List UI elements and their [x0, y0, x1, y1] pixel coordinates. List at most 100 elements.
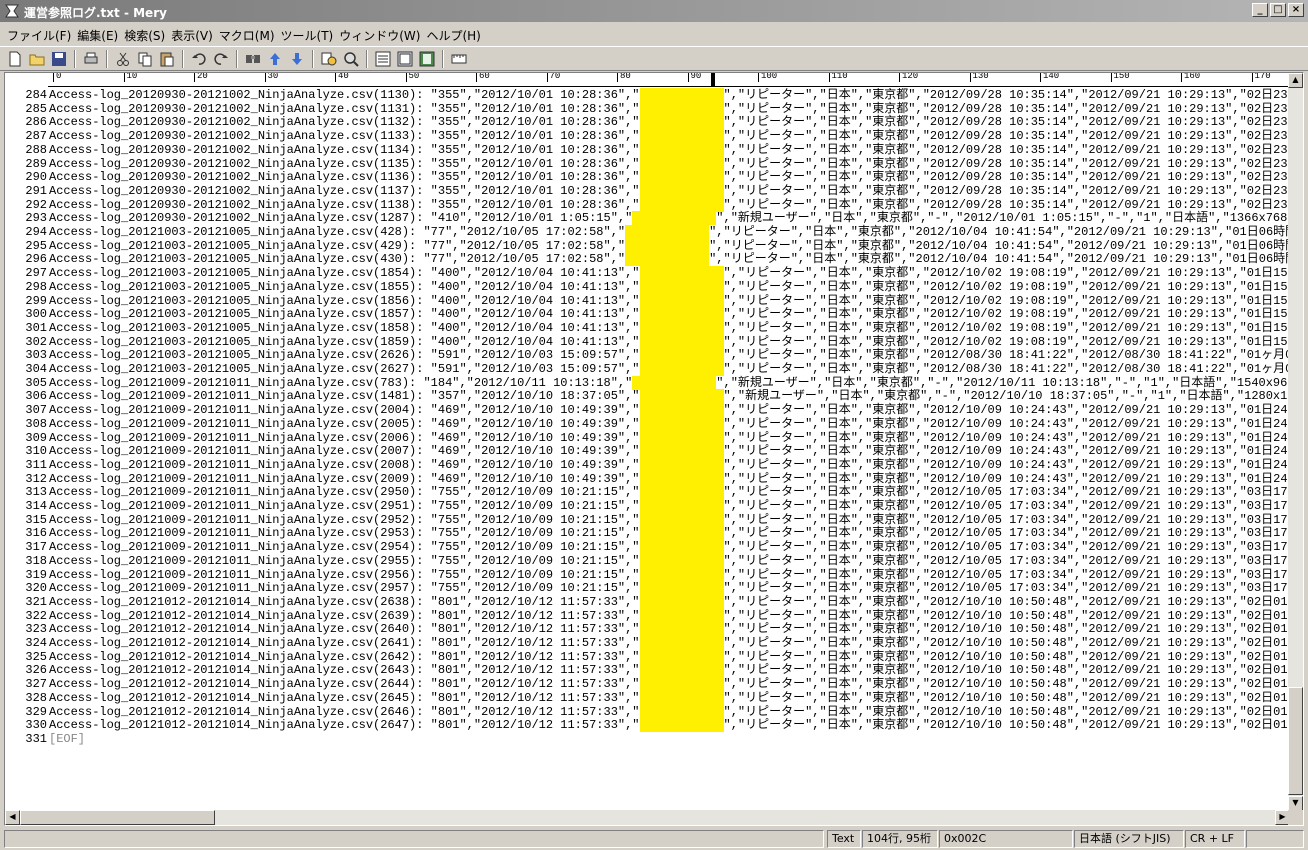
text-line[interactable]: Access-log_20121003-20121005_NinjaAnalyz… — [49, 307, 1290, 322]
text-line[interactable]: Access-log_20120930-20121002_NinjaAnalyz… — [49, 88, 1290, 102]
maximize-button[interactable]: □ — [1270, 3, 1286, 17]
text-line[interactable]: Access-log_20121012-20121014_NinjaAnalyz… — [49, 690, 1290, 705]
text-line[interactable]: Access-log_20121012-20121014_NinjaAnalyz… — [49, 677, 1290, 692]
menu-search[interactable]: 検索(S) — [121, 27, 168, 44]
text-line[interactable]: Access-log_20120930-20121002_NinjaAnalyz… — [49, 170, 1290, 185]
menu-view[interactable]: 表示(V) — [168, 27, 216, 44]
new-file-icon[interactable] — [6, 50, 24, 68]
ruler-toggle-icon[interactable] — [450, 50, 468, 68]
vertical-scrollbar[interactable]: ▲ ▼ — [1288, 73, 1303, 811]
text-line[interactable]: Access-log_20121009-20121011_NinjaAnalyz… — [49, 430, 1290, 445]
text-line[interactable]: Access-log_20121003-20121005_NinjaAnalyz… — [49, 225, 1290, 239]
text-line[interactable]: Access-log_20121003-20121005_NinjaAnalyz… — [49, 266, 1290, 281]
text-line[interactable]: Access-log_20121012-20121014_NinjaAnalyz… — [49, 636, 1290, 650]
text-line[interactable]: Access-log_20120930-20121002_NinjaAnalyz… — [49, 156, 1290, 171]
text-line[interactable]: Access-log_20121009-20121011_NinjaAnalyz… — [49, 471, 1290, 486]
horizontal-scroll-thumb[interactable] — [20, 810, 215, 825]
toolbar-separator — [442, 50, 444, 68]
text-line[interactable]: Access-log_20120930-20121002_NinjaAnalyz… — [49, 101, 1290, 116]
scroll-down-icon[interactable]: ▼ — [1288, 796, 1303, 811]
line-number: 310 — [25, 444, 47, 459]
text-line[interactable]: Access-log_20121003-20121005_NinjaAnalyz… — [49, 320, 1290, 335]
text-line[interactable]: Access-log_20121009-20121011_NinjaAnalyz… — [49, 485, 1290, 500]
menu-help[interactable]: ヘルプ(H) — [423, 27, 483, 44]
close-button[interactable]: × — [1288, 3, 1304, 17]
text-line[interactable]: Access-log_20120930-20121002_NinjaAnalyz… — [49, 183, 1290, 198]
menu-file[interactable]: ファイル(F) — [4, 27, 74, 44]
redacted-highlight — [639, 608, 724, 623]
text-line[interactable]: [EOF] — [49, 732, 85, 746]
text-line[interactable]: Access-log_20121009-20121011_NinjaAnalyz… — [49, 553, 1290, 568]
text-line[interactable]: Access-log_20121003-20121005_NinjaAnalyz… — [49, 279, 1290, 294]
text-line[interactable]: Access-log_20121009-20121011_NinjaAnalyz… — [49, 512, 1290, 527]
text-line[interactable]: Access-log_20121012-20121014_NinjaAnalyz… — [49, 608, 1290, 623]
print-icon[interactable] — [82, 50, 100, 68]
find-next-icon[interactable] — [288, 50, 306, 68]
menu-macro[interactable]: マクロ(M) — [216, 27, 278, 44]
text-line[interactable]: Access-log_20120930-20121002_NinjaAnalyz… — [49, 142, 1290, 157]
view-icon-1[interactable] — [374, 50, 392, 68]
view-icon-3[interactable] — [418, 50, 436, 68]
redacted-highlight — [639, 526, 724, 541]
menu-window[interactable]: ウィンドウ(W) — [336, 27, 423, 44]
line-number: 322 — [25, 608, 47, 623]
editor-pane[interactable]: 0 10 20 30 40 50 60 70 80 90 100 110 120 130 140 150 160… — [4, 72, 1304, 826]
replace-icon[interactable] — [320, 50, 338, 68]
grep-icon[interactable] — [342, 50, 360, 68]
text-line[interactable]: Access-log_20121012-20121014_NinjaAnalyz… — [49, 594, 1290, 609]
mery-app-icon[interactable] — [4, 3, 20, 19]
menu-tools[interactable]: ツール(T) — [278, 27, 337, 44]
find-icon[interactable] — [244, 50, 262, 68]
status-encoding[interactable]: 日本語 (シフトJIS) — [1074, 830, 1184, 848]
text-line[interactable]: Access-log_20120930-20121002_NinjaAnalyz… — [49, 211, 1287, 226]
text-line[interactable]: Access-log_20121009-20121011_NinjaAnalyz… — [49, 581, 1290, 596]
text-line[interactable]: Access-log_20121003-20121005_NinjaAnalyz… — [49, 362, 1290, 376]
text-line[interactable]: Access-log_20121009-20121011_NinjaAnalyz… — [49, 540, 1290, 555]
find-prev-icon[interactable] — [266, 50, 284, 68]
status-line-ending[interactable]: CR + LF — [1185, 830, 1245, 848]
redacted-highlight — [639, 512, 724, 527]
text-line[interactable]: Access-log_20121003-20121005_NinjaAnalyz… — [49, 348, 1290, 363]
text-line[interactable]: Access-log_20121003-20121005_NinjaAnalyz… — [49, 252, 1290, 267]
text-line[interactable]: Access-log_20121009-20121011_NinjaAnalyz… — [49, 375, 1287, 390]
text-line[interactable]: Access-log_20121003-20121005_NinjaAnalyz… — [49, 238, 1290, 253]
copy-icon[interactable] — [136, 50, 154, 68]
text-line[interactable]: Access-log_20121003-20121005_NinjaAnalyz… — [49, 334, 1290, 349]
scroll-up-icon[interactable]: ▲ — [1288, 73, 1303, 88]
text-line[interactable]: Access-log_20121003-20121005_NinjaAnalyz… — [49, 293, 1290, 308]
horizontal-scrollbar[interactable]: ◀ ▶ — [5, 810, 1290, 825]
view-icon-2[interactable] — [396, 50, 414, 68]
text-area[interactable]: Access-log_20120930-20121002_NinjaAnalyz… — [49, 88, 1290, 748]
status-mode: Text — [827, 830, 861, 848]
text-line[interactable]: Access-log_20120930-20121002_NinjaAnalyz… — [49, 115, 1290, 130]
minimize-button[interactable]: _ — [1252, 3, 1268, 17]
text-line[interactable]: Access-log_20121009-20121011_NinjaAnalyz… — [49, 457, 1290, 472]
undo-icon[interactable] — [190, 50, 208, 68]
text-line[interactable]: Access-log_20121009-20121011_NinjaAnalyz… — [49, 526, 1290, 541]
cut-icon[interactable] — [114, 50, 132, 68]
menu-edit[interactable]: 編集(E) — [74, 27, 121, 44]
redacted-highlight — [639, 485, 724, 500]
redacted-highlight — [625, 225, 710, 239]
text-line[interactable]: Access-log_20121009-20121011_NinjaAnalyz… — [49, 416, 1290, 431]
text-line[interactable]: Access-log_20121009-20121011_NinjaAnalyz… — [49, 389, 1287, 404]
text-line[interactable]: Access-log_20120930-20121002_NinjaAnalyz… — [49, 197, 1290, 212]
scroll-left-icon[interactable]: ◀ — [5, 810, 20, 825]
text-line[interactable]: Access-log_20121012-20121014_NinjaAnalyz… — [49, 718, 1290, 733]
redacted-highlight — [639, 101, 724, 116]
line-number: 302 — [25, 334, 47, 349]
save-icon[interactable] — [50, 50, 68, 68]
text-line[interactable]: Access-log_20121012-20121014_NinjaAnalyz… — [49, 704, 1290, 719]
text-line[interactable]: Access-log_20121009-20121011_NinjaAnalyz… — [49, 499, 1290, 513]
text-line[interactable]: Access-log_20120930-20121002_NinjaAnalyz… — [49, 129, 1290, 144]
text-line[interactable]: Access-log_20121009-20121011_NinjaAnalyz… — [49, 403, 1290, 418]
text-line[interactable]: Access-log_20121012-20121014_NinjaAnalyz… — [49, 663, 1290, 678]
paste-icon[interactable] — [158, 50, 176, 68]
text-line[interactable]: Access-log_20121012-20121014_NinjaAnalyz… — [49, 622, 1290, 637]
vertical-scroll-thumb[interactable] — [1288, 687, 1303, 795]
open-folder-icon[interactable] — [28, 50, 46, 68]
redo-icon[interactable] — [212, 50, 230, 68]
text-line[interactable]: Access-log_20121012-20121014_NinjaAnalyz… — [49, 649, 1290, 664]
text-line[interactable]: Access-log_20121009-20121011_NinjaAnalyz… — [49, 567, 1290, 582]
text-line[interactable]: Access-log_20121009-20121011_NinjaAnalyz… — [49, 444, 1290, 459]
